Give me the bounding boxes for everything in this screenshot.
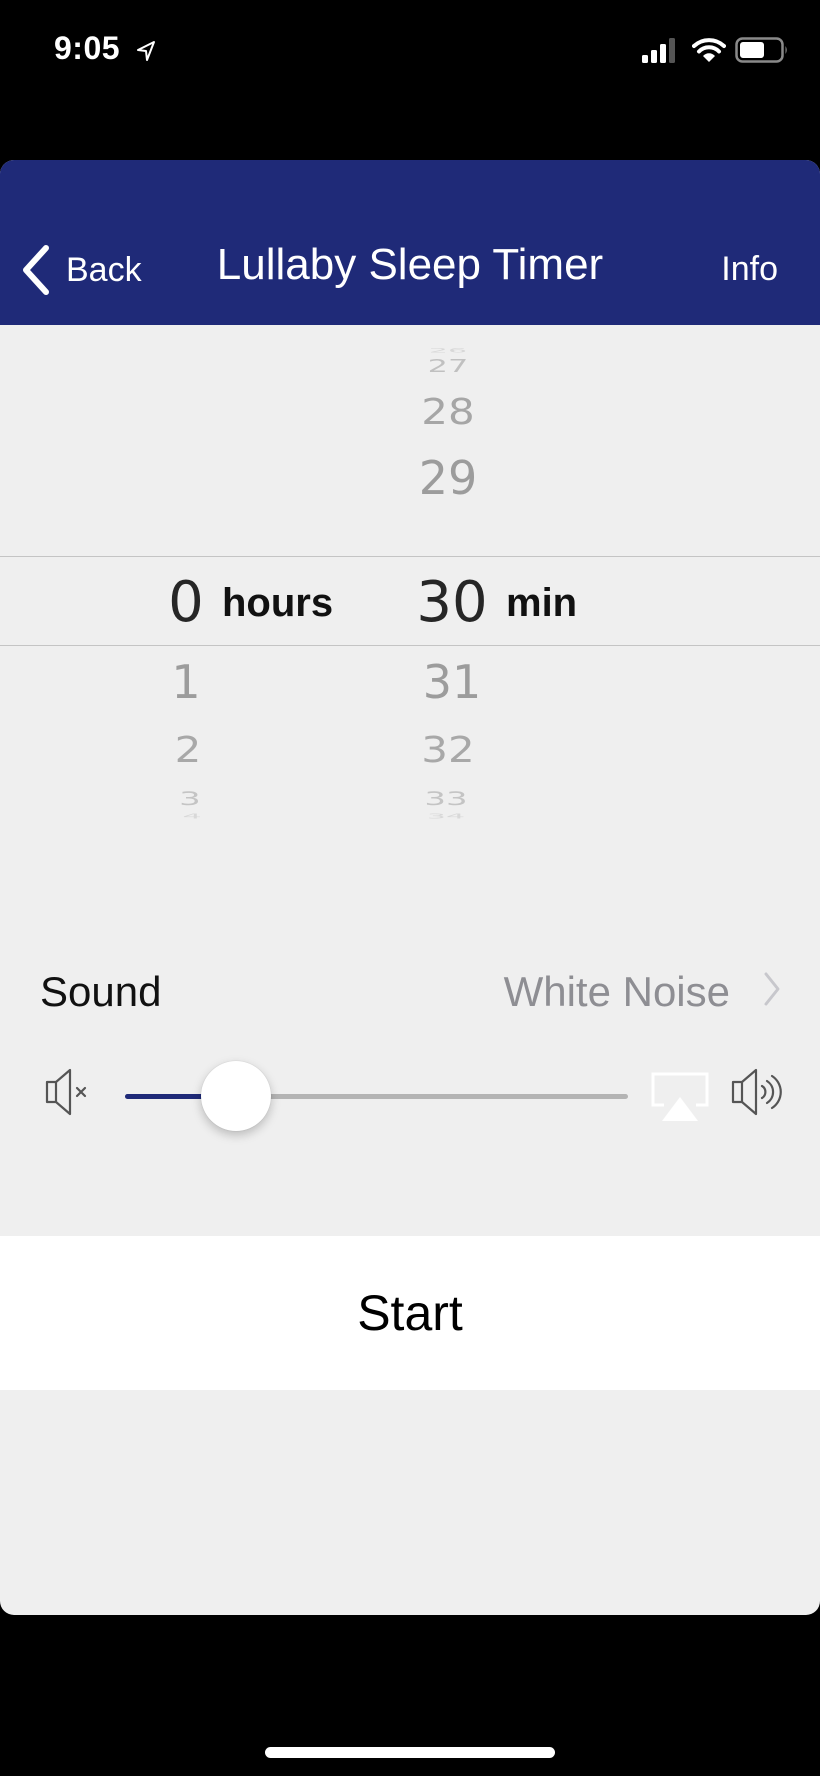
status-time: 9:05 (54, 30, 121, 66)
hours-option[interactable]: 2 (175, 729, 202, 771)
volume-control (0, 1055, 820, 1145)
sound-selector-row[interactable]: Sound White Noise (0, 960, 820, 1020)
hours-option[interactable]: 3 (179, 788, 201, 810)
selection-top-line (0, 556, 820, 557)
minutes-unit-label: min (506, 581, 578, 625)
back-label: Back (66, 250, 142, 289)
minutes-option[interactable]: 32 (421, 729, 474, 771)
sound-label: Sound (40, 968, 162, 1015)
location-arrow-icon (137, 41, 155, 61)
airplay-icon[interactable] (650, 1071, 710, 1123)
sleep-timer-sheet: Back Lullaby Sleep Timer Info 0 hours 1 … (0, 160, 820, 1615)
hours-selected-value: 0 (168, 570, 204, 635)
start-button[interactable]: Start (0, 1236, 820, 1390)
minutes-option[interactable]: 33 (424, 788, 467, 810)
minutes-option[interactable]: 29 (419, 451, 478, 505)
info-button[interactable]: Info (721, 250, 778, 289)
chevron-right-icon (764, 972, 780, 1006)
volume-max-icon (731, 1068, 782, 1116)
navigation-bar: Back Lullaby Sleep Timer Info (0, 160, 820, 325)
minutes-selected-value: 30 (416, 570, 488, 635)
battery-icon (735, 37, 787, 63)
cellular-signal-icon (642, 38, 675, 63)
volume-slider-thumb[interactable] (200, 1061, 271, 1131)
hours-unit-label: hours (222, 581, 334, 625)
minutes-option[interactable]: 27 (428, 356, 469, 377)
minutes-option[interactable]: 31 (423, 655, 482, 709)
back-button[interactable]: Back (20, 242, 142, 298)
duration-picker[interactable]: 0 hours 1 2 3 4 26 27 28 29 30 min 31 32… (0, 325, 820, 845)
minutes-option[interactable]: 28 (421, 391, 474, 433)
start-label: Start (357, 1285, 463, 1341)
volume-mute-icon (45, 1068, 87, 1116)
sound-value: White Noise (503, 968, 730, 1015)
chevron-left-icon (23, 245, 49, 295)
status-bar: 9:05 (0, 0, 820, 100)
minutes-option[interactable]: 26 (429, 347, 467, 354)
wifi-icon (692, 38, 726, 62)
selection-bottom-line (0, 645, 820, 646)
home-indicator[interactable] (265, 1747, 555, 1758)
minutes-option[interactable]: 34 (427, 813, 465, 821)
hours-option[interactable]: 4 (182, 813, 201, 821)
hours-option[interactable]: 1 (171, 655, 200, 709)
volume-slider[interactable] (125, 1061, 628, 1131)
